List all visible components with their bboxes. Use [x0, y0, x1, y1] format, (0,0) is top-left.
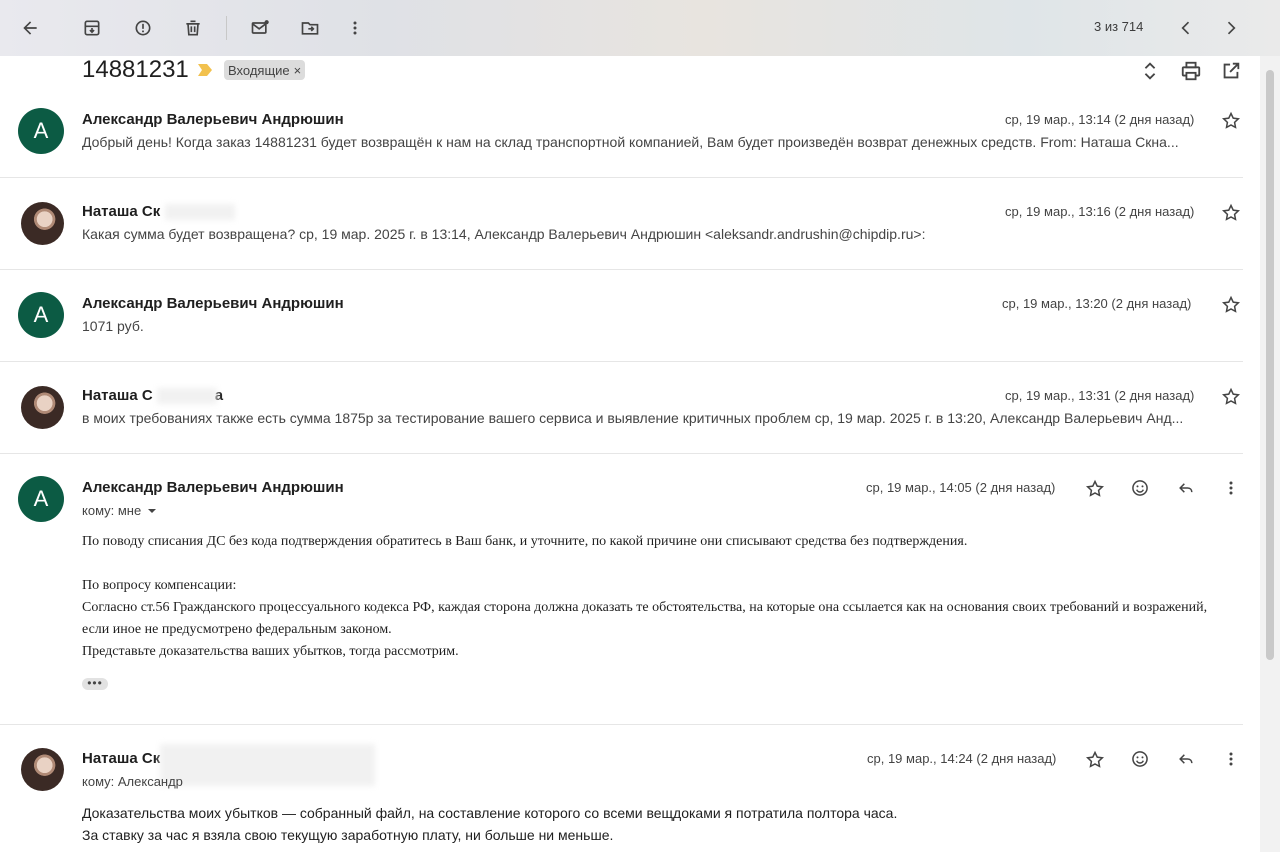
sender-name[interactable]: Александр Валерьевич Андрюшин — [82, 479, 344, 496]
body-line: Представьте доказательства ваших убытков… — [82, 644, 459, 659]
chevron-left-icon[interactable] — [1170, 12, 1202, 44]
recipient-line[interactable]: кому: мне — [82, 503, 157, 518]
show-trimmed-content-button[interactable]: ••• — [82, 677, 108, 690]
avatar[interactable] — [21, 202, 64, 245]
message-date: ср, 19 мар., 13:16 (2 дня назад) — [1005, 204, 1195, 219]
emoji-icon[interactable] — [1129, 748, 1151, 770]
message-date: ср, 19 мар., 13:14 (2 дня назад) — [1005, 112, 1195, 127]
avatar[interactable]: А — [18, 476, 64, 522]
report-spam-icon[interactable] — [127, 12, 159, 44]
redaction — [157, 388, 217, 404]
avatar[interactable]: А — [18, 292, 64, 338]
sender-name[interactable]: Наташа Ск — [82, 203, 160, 220]
avatar[interactable] — [21, 748, 64, 791]
star-icon[interactable] — [1085, 479, 1105, 499]
emoji-icon[interactable] — [1129, 477, 1151, 499]
more-vert-icon[interactable] — [1220, 748, 1242, 770]
message-snippet[interactable]: Какая сумма будет возвращена? ср, 19 мар… — [82, 226, 1242, 242]
important-marker-icon[interactable] — [198, 64, 212, 76]
toolbar: 3 из 714 — [0, 0, 1280, 56]
label-chip-inbox: Входящие × — [224, 60, 306, 80]
back-arrow-icon[interactable] — [14, 12, 46, 44]
star-icon[interactable] — [1221, 295, 1241, 315]
avatar[interactable]: А — [18, 108, 64, 154]
body-line — [82, 553, 1222, 575]
body-line: Доказательства моих убытков — собранный … — [82, 805, 898, 821]
toolbar-separator — [226, 16, 227, 40]
star-icon[interactable] — [1221, 203, 1241, 223]
more-vert-icon[interactable] — [339, 12, 371, 44]
message-snippet[interactable]: Добрый день! Когда заказ 14881231 будет … — [82, 134, 1242, 150]
chevron-right-icon[interactable] — [1215, 12, 1247, 44]
body-line: По вопросу компенсации: — [82, 578, 237, 593]
sender-name[interactable]: Наташа Ск — [82, 750, 160, 767]
scrollbar-thumb[interactable] — [1266, 70, 1274, 660]
divider — [0, 269, 1243, 270]
expand-collapse-icon[interactable] — [1139, 60, 1161, 82]
print-icon[interactable] — [1180, 60, 1202, 82]
star-icon[interactable] — [1085, 750, 1105, 770]
more-vert-icon[interactable] — [1220, 477, 1242, 499]
recipient-text: кому: Александр — [82, 774, 183, 789]
archive-icon[interactable] — [76, 12, 108, 44]
sender-name[interactable]: Александр Валерьевич Андрюшин — [82, 295, 344, 312]
divider — [0, 453, 1243, 454]
star-icon[interactable] — [1221, 387, 1241, 407]
message-date: ср, 19 мар., 14:24 (2 дня назад) — [867, 751, 1057, 766]
sender-name-start: Наташа С — [82, 387, 153, 404]
redaction — [160, 744, 375, 786]
reply-icon[interactable] — [1175, 748, 1197, 770]
message-date: ср, 19 мар., 14:05 (2 дня назад) — [866, 480, 1056, 495]
move-to-icon[interactable] — [294, 12, 326, 44]
body-line: Согласно ст.56 Гражданского процессуальн… — [82, 600, 1208, 637]
caret-down-icon[interactable] — [147, 506, 157, 516]
label-chip-text: Входящие — [228, 62, 290, 78]
avatar[interactable] — [21, 386, 64, 429]
recipient-line[interactable]: кому: Александр — [82, 774, 183, 789]
star-icon[interactable] — [1221, 111, 1241, 131]
message-body: По поводу списания ДС без кода подтвержд… — [82, 531, 1222, 663]
recipient-text: кому: мне — [82, 503, 142, 518]
mark-unread-icon[interactable] — [244, 12, 276, 44]
message-snippet[interactable]: в моих требованиях также есть сумма 1875… — [82, 410, 1242, 426]
message-date: ср, 19 мар., 13:20 (2 дня назад) — [1002, 296, 1192, 311]
redaction — [165, 204, 235, 220]
message-body: Доказательства моих убытков — собранный … — [82, 802, 897, 846]
divider — [0, 361, 1243, 362]
delete-icon[interactable] — [177, 12, 209, 44]
divider — [0, 177, 1243, 178]
reply-icon[interactable] — [1175, 477, 1197, 499]
message-date: ср, 19 мар., 13:31 (2 дня назад) — [1005, 388, 1195, 403]
body-line: По поводу списания ДС без кода подтвержд… — [82, 534, 968, 549]
message-snippet[interactable]: 1071 руб. — [82, 318, 1242, 334]
label-chip-remove[interactable]: × — [294, 63, 302, 78]
open-new-window-icon[interactable] — [1220, 60, 1242, 82]
sender-name[interactable]: Александр Валерьевич Андрюшин — [82, 111, 344, 128]
thread-subject: 14881231 — [82, 56, 189, 83]
message-counter: 3 из 714 — [1094, 19, 1144, 34]
body-line: За ставку за час я взяла свою текущую за… — [82, 827, 614, 843]
divider — [0, 724, 1243, 725]
